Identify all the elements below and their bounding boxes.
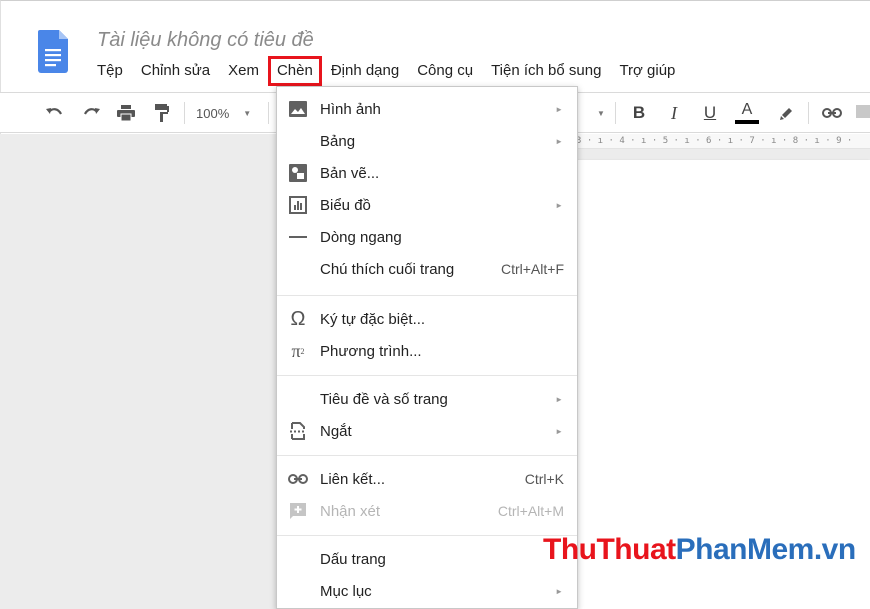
- horizontal-line-icon: [287, 226, 309, 248]
- submenu-arrow-icon: ►: [555, 136, 563, 146]
- zoom-select[interactable]: 100% ▼: [196, 101, 262, 125]
- menu-addons[interactable]: Tiện ích bổ sung: [482, 60, 610, 82]
- menu-item-label: Hình ảnh: [320, 100, 381, 118]
- menu-view[interactable]: Xem: [219, 60, 268, 82]
- watermark-part3: .vn: [813, 533, 856, 566]
- docs-logo-icon[interactable]: [38, 30, 68, 73]
- menu-item-table[interactable]: Bảng ►: [277, 125, 577, 157]
- menu-item-label: Bảng: [320, 132, 356, 150]
- menubar: Tệp Chỉnh sửa Xem Chèn Định dạng Công cụ…: [97, 56, 684, 86]
- menu-tools[interactable]: Công cụ: [408, 60, 482, 82]
- toolbar-divider: [184, 102, 185, 124]
- insert-menu: Hình ảnh ► Bảng ► Bản vẽ... Biểu đồ ► Dò…: [276, 86, 578, 609]
- text-color-swatch: [735, 120, 759, 124]
- shortcut-label: Ctrl+Alt+F: [500, 261, 564, 277]
- menu-item-link[interactable]: Liên kết... Ctrl+K: [277, 463, 577, 495]
- menu-item-label: Phương trình...: [320, 342, 422, 360]
- text-color-letter: A: [741, 101, 753, 118]
- menu-edit[interactable]: Chỉnh sửa: [132, 60, 219, 82]
- shortcut-label: Ctrl+K: [524, 471, 564, 487]
- shortcut-label: Ctrl+Alt+M: [497, 503, 564, 519]
- menu-item-label: Dòng ngang: [320, 228, 402, 246]
- watermark-part2: PhanMem: [675, 533, 815, 566]
- menu-item-label: Chú thích cuối trang: [320, 260, 455, 278]
- bold-button[interactable]: B: [628, 101, 650, 125]
- menu-item-footnote[interactable]: Chú thích cuối trang Ctrl+Alt+F: [277, 253, 577, 285]
- watermark-part1: ThuThuat: [543, 533, 676, 566]
- menu-format[interactable]: Định dạng: [322, 60, 408, 82]
- highlight-icon[interactable]: [776, 101, 798, 125]
- link-icon[interactable]: [820, 101, 844, 125]
- menu-item-label: Tiêu đề và số trang: [320, 390, 448, 408]
- link-icon: [287, 468, 309, 490]
- menu-divider: [277, 295, 577, 296]
- toolbar-divider: [268, 102, 269, 124]
- chevron-down-icon[interactable]: ▼: [595, 101, 607, 125]
- menu-item-table-of-contents[interactable]: Mục lục ►: [277, 575, 577, 607]
- menu-divider: [277, 455, 577, 456]
- menu-item-label: Ký tự đặc biệt...: [320, 310, 426, 328]
- menu-item-label: Biểu đồ: [320, 196, 371, 214]
- redo-icon[interactable]: [80, 101, 104, 125]
- menu-help[interactable]: Trợ giúp: [610, 60, 684, 82]
- chart-icon: [287, 194, 309, 216]
- image-icon: [287, 98, 309, 120]
- underline-button[interactable]: U: [699, 101, 721, 125]
- ruler[interactable]: 3 · ı · 4 · ı · 5 · ı · 6 · ı · 7 · ı · …: [576, 134, 870, 149]
- omega-icon: Ω: [290, 307, 306, 330]
- drawing-icon: [287, 162, 309, 184]
- menu-item-special-characters[interactable]: Ω Ký tự đặc biệt...: [277, 303, 577, 335]
- menu-item-label: Dấu trang: [320, 550, 386, 568]
- menu-item-label: Mục lục: [320, 582, 372, 600]
- italic-button[interactable]: I: [663, 101, 685, 125]
- submenu-arrow-icon: ►: [555, 200, 563, 210]
- menu-divider: [277, 535, 577, 536]
- menu-item-headers-page-numbers[interactable]: Tiêu đề và số trang ►: [277, 383, 577, 415]
- document-title[interactable]: Tài liệu không có tiêu đề: [97, 29, 314, 52]
- toolbar-divider: [808, 102, 809, 124]
- paint-format-icon[interactable]: [150, 101, 174, 125]
- menu-item-label: Bản vẽ...: [320, 164, 380, 182]
- submenu-arrow-icon: ►: [555, 426, 563, 436]
- menu-item-break[interactable]: Ngắt ►: [277, 415, 577, 447]
- toolbar-divider: [615, 102, 616, 124]
- menu-divider: [277, 375, 577, 376]
- menu-insert[interactable]: Chèn: [267, 56, 322, 86]
- menu-item-label: Liên kết...: [320, 470, 386, 488]
- print-icon[interactable]: [114, 101, 138, 125]
- comment-icon: [287, 500, 309, 522]
- pi-icon: π2: [291, 340, 305, 361]
- menu-item-chart[interactable]: Biểu đồ ►: [277, 189, 577, 221]
- undo-icon[interactable]: [42, 101, 66, 125]
- watermark-logo: ThuThuatPhanMem.vn: [543, 533, 856, 567]
- menu-item-label: Nhận xét: [320, 502, 381, 520]
- add-comment-icon[interactable]: [856, 101, 870, 125]
- menu-item-drawing[interactable]: Bản vẽ...: [277, 157, 577, 189]
- submenu-arrow-icon: ►: [555, 104, 563, 114]
- menu-item-comment: Nhận xét Ctrl+Alt+M: [277, 495, 577, 527]
- page-break-icon: [287, 420, 309, 442]
- zoom-value: 100%: [196, 105, 230, 121]
- menu-item-horizontal-line[interactable]: Dòng ngang: [277, 221, 577, 253]
- menu-item-label: Ngắt: [320, 422, 352, 440]
- menu-file[interactable]: Tệp: [97, 60, 132, 82]
- menu-item-image[interactable]: Hình ảnh ►: [277, 93, 577, 125]
- menu-item-bookmark[interactable]: Dấu trang: [277, 543, 577, 575]
- submenu-arrow-icon: ►: [555, 586, 563, 596]
- text-color-button[interactable]: A: [735, 101, 759, 125]
- menu-item-equation[interactable]: π2 Phương trình...: [277, 335, 577, 367]
- chevron-down-icon: ▼: [243, 108, 252, 118]
- submenu-arrow-icon: ►: [555, 394, 563, 404]
